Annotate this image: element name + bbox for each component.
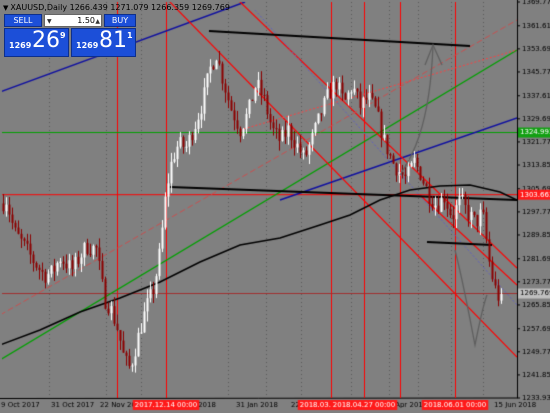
sell-price-pips: 26	[32, 28, 60, 53]
symbol-triangle-icon: ▼	[3, 4, 9, 12]
sell-price-prefix: 1269	[9, 41, 32, 50]
lot-increase-icon[interactable]: ▲	[95, 16, 100, 27]
lot-size-input[interactable]: ▼ 1.50 ▲	[44, 14, 102, 27]
lot-size-value: 1.50	[77, 16, 95, 25]
buy-price-pips: 81	[99, 28, 127, 53]
lot-decrease-icon[interactable]: ▼	[47, 16, 52, 27]
buy-button[interactable]: BUY	[104, 14, 136, 27]
chart-title-text: XAUUSD,Daily 1266.439 1271.079 1266.359 …	[10, 3, 230, 12]
one-click-trading-panel: SELL ▼ 1.50 ▲ BUY 1269 26 9 1269 81 1	[4, 14, 136, 58]
sell-price-fraction: 9	[60, 31, 66, 40]
price-chart-canvas[interactable]	[0, 0, 550, 413]
sell-price-box[interactable]: 1269 26 9	[4, 28, 69, 57]
sell-button[interactable]: SELL	[4, 14, 42, 27]
buy-price-fraction: 1	[127, 31, 133, 40]
buy-price-box[interactable]: 1269 81 1	[71, 28, 136, 57]
chart-title: ▼ XAUUSD,Daily 1266.439 1271.079 1266.359…	[3, 3, 230, 12]
buy-price-prefix: 1269	[76, 41, 99, 50]
